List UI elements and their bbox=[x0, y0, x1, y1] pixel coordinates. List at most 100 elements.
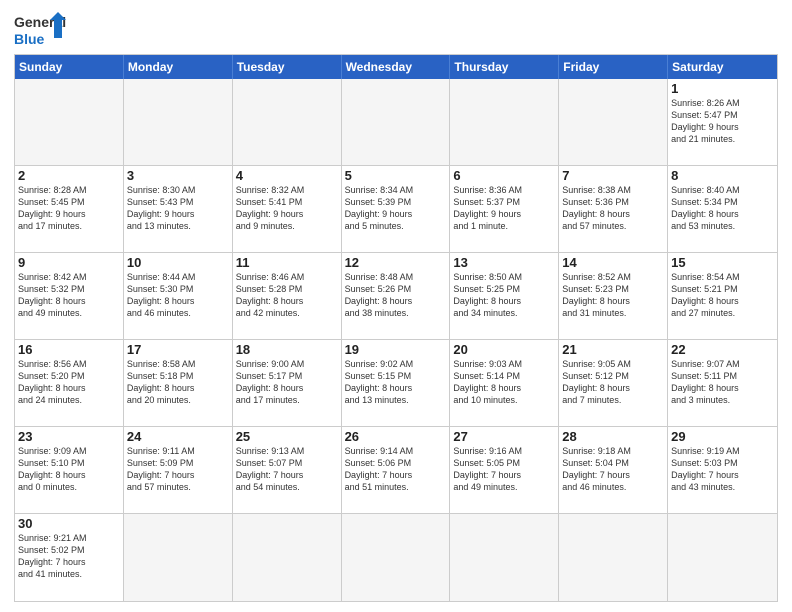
empty-cell bbox=[668, 514, 777, 601]
calendar-body: 1Sunrise: 8:26 AM Sunset: 5:47 PM Daylig… bbox=[15, 79, 777, 601]
day-info: Sunrise: 8:32 AM Sunset: 5:41 PM Dayligh… bbox=[236, 184, 338, 233]
day-info: Sunrise: 9:03 AM Sunset: 5:14 PM Dayligh… bbox=[453, 358, 555, 407]
day-19: 19Sunrise: 9:02 AM Sunset: 5:15 PM Dayli… bbox=[342, 340, 451, 427]
day-info: Sunrise: 8:42 AM Sunset: 5:32 PM Dayligh… bbox=[18, 271, 120, 320]
day-info: Sunrise: 9:05 AM Sunset: 5:12 PM Dayligh… bbox=[562, 358, 664, 407]
day-29: 29Sunrise: 9:19 AM Sunset: 5:03 PM Dayli… bbox=[668, 427, 777, 514]
day-number: 21 bbox=[562, 342, 664, 357]
day-number: 18 bbox=[236, 342, 338, 357]
day-info: Sunrise: 8:40 AM Sunset: 5:34 PM Dayligh… bbox=[671, 184, 774, 233]
empty-cell bbox=[342, 514, 451, 601]
day-8: 8Sunrise: 8:40 AM Sunset: 5:34 PM Daylig… bbox=[668, 166, 777, 253]
day-number: 14 bbox=[562, 255, 664, 270]
day-number: 10 bbox=[127, 255, 229, 270]
day-info: Sunrise: 8:50 AM Sunset: 5:25 PM Dayligh… bbox=[453, 271, 555, 320]
day-number: 13 bbox=[453, 255, 555, 270]
day-number: 22 bbox=[671, 342, 774, 357]
day-number: 2 bbox=[18, 168, 120, 183]
header-saturday: Saturday bbox=[668, 55, 777, 79]
day-info: Sunrise: 9:02 AM Sunset: 5:15 PM Dayligh… bbox=[345, 358, 447, 407]
day-number: 3 bbox=[127, 168, 229, 183]
day-number: 5 bbox=[345, 168, 447, 183]
day-23: 23Sunrise: 9:09 AM Sunset: 5:10 PM Dayli… bbox=[15, 427, 124, 514]
day-21: 21Sunrise: 9:05 AM Sunset: 5:12 PM Dayli… bbox=[559, 340, 668, 427]
day-27: 27Sunrise: 9:16 AM Sunset: 5:05 PM Dayli… bbox=[450, 427, 559, 514]
day-number: 16 bbox=[18, 342, 120, 357]
day-number: 7 bbox=[562, 168, 664, 183]
header-wednesday: Wednesday bbox=[342, 55, 451, 79]
day-number: 4 bbox=[236, 168, 338, 183]
day-info: Sunrise: 9:07 AM Sunset: 5:11 PM Dayligh… bbox=[671, 358, 774, 407]
day-info: Sunrise: 9:13 AM Sunset: 5:07 PM Dayligh… bbox=[236, 445, 338, 494]
day-22: 22Sunrise: 9:07 AM Sunset: 5:11 PM Dayli… bbox=[668, 340, 777, 427]
day-info: Sunrise: 9:00 AM Sunset: 5:17 PM Dayligh… bbox=[236, 358, 338, 407]
empty-cell bbox=[342, 79, 451, 166]
day-number: 23 bbox=[18, 429, 120, 444]
header-sunday: Sunday bbox=[15, 55, 124, 79]
day-number: 6 bbox=[453, 168, 555, 183]
day-info: Sunrise: 9:21 AM Sunset: 5:02 PM Dayligh… bbox=[18, 532, 120, 581]
day-info: Sunrise: 9:19 AM Sunset: 5:03 PM Dayligh… bbox=[671, 445, 774, 494]
header-thursday: Thursday bbox=[450, 55, 559, 79]
day-number: 15 bbox=[671, 255, 774, 270]
header-monday: Monday bbox=[124, 55, 233, 79]
day-number: 29 bbox=[671, 429, 774, 444]
day-info: Sunrise: 8:26 AM Sunset: 5:47 PM Dayligh… bbox=[671, 97, 774, 146]
header: General Blue bbox=[14, 10, 778, 50]
day-number: 11 bbox=[236, 255, 338, 270]
header-tuesday: Tuesday bbox=[233, 55, 342, 79]
day-17: 17Sunrise: 8:58 AM Sunset: 5:18 PM Dayli… bbox=[124, 340, 233, 427]
day-number: 8 bbox=[671, 168, 774, 183]
day-info: Sunrise: 9:14 AM Sunset: 5:06 PM Dayligh… bbox=[345, 445, 447, 494]
day-13: 13Sunrise: 8:50 AM Sunset: 5:25 PM Dayli… bbox=[450, 253, 559, 340]
day-3: 3Sunrise: 8:30 AM Sunset: 5:43 PM Daylig… bbox=[124, 166, 233, 253]
header-friday: Friday bbox=[559, 55, 668, 79]
day-25: 25Sunrise: 9:13 AM Sunset: 5:07 PM Dayli… bbox=[233, 427, 342, 514]
calendar: SundayMondayTuesdayWednesdayThursdayFrid… bbox=[14, 54, 778, 602]
day-info: Sunrise: 9:11 AM Sunset: 5:09 PM Dayligh… bbox=[127, 445, 229, 494]
empty-cell bbox=[124, 79, 233, 166]
day-9: 9Sunrise: 8:42 AM Sunset: 5:32 PM Daylig… bbox=[15, 253, 124, 340]
day-number: 25 bbox=[236, 429, 338, 444]
day-info: Sunrise: 9:16 AM Sunset: 5:05 PM Dayligh… bbox=[453, 445, 555, 494]
empty-cell bbox=[15, 79, 124, 166]
day-7: 7Sunrise: 8:38 AM Sunset: 5:36 PM Daylig… bbox=[559, 166, 668, 253]
day-18: 18Sunrise: 9:00 AM Sunset: 5:17 PM Dayli… bbox=[233, 340, 342, 427]
day-16: 16Sunrise: 8:56 AM Sunset: 5:20 PM Dayli… bbox=[15, 340, 124, 427]
day-28: 28Sunrise: 9:18 AM Sunset: 5:04 PM Dayli… bbox=[559, 427, 668, 514]
day-info: Sunrise: 8:52 AM Sunset: 5:23 PM Dayligh… bbox=[562, 271, 664, 320]
day-15: 15Sunrise: 8:54 AM Sunset: 5:21 PM Dayli… bbox=[668, 253, 777, 340]
day-14: 14Sunrise: 8:52 AM Sunset: 5:23 PM Dayli… bbox=[559, 253, 668, 340]
day-info: Sunrise: 8:48 AM Sunset: 5:26 PM Dayligh… bbox=[345, 271, 447, 320]
day-30: 30Sunrise: 9:21 AM Sunset: 5:02 PM Dayli… bbox=[15, 514, 124, 601]
day-26: 26Sunrise: 9:14 AM Sunset: 5:06 PM Dayli… bbox=[342, 427, 451, 514]
day-12: 12Sunrise: 8:48 AM Sunset: 5:26 PM Dayli… bbox=[342, 253, 451, 340]
empty-cell bbox=[450, 514, 559, 601]
day-info: Sunrise: 8:46 AM Sunset: 5:28 PM Dayligh… bbox=[236, 271, 338, 320]
day-number: 24 bbox=[127, 429, 229, 444]
empty-cell bbox=[450, 79, 559, 166]
empty-cell bbox=[233, 514, 342, 601]
day-2: 2Sunrise: 8:28 AM Sunset: 5:45 PM Daylig… bbox=[15, 166, 124, 253]
day-info: Sunrise: 8:44 AM Sunset: 5:30 PM Dayligh… bbox=[127, 271, 229, 320]
day-info: Sunrise: 8:34 AM Sunset: 5:39 PM Dayligh… bbox=[345, 184, 447, 233]
day-info: Sunrise: 8:38 AM Sunset: 5:36 PM Dayligh… bbox=[562, 184, 664, 233]
page: General Blue SundayMondayTuesdayWednesda… bbox=[0, 0, 792, 612]
day-number: 28 bbox=[562, 429, 664, 444]
empty-cell bbox=[233, 79, 342, 166]
day-info: Sunrise: 8:28 AM Sunset: 5:45 PM Dayligh… bbox=[18, 184, 120, 233]
day-1: 1Sunrise: 8:26 AM Sunset: 5:47 PM Daylig… bbox=[668, 79, 777, 166]
empty-cell bbox=[124, 514, 233, 601]
day-info: Sunrise: 8:54 AM Sunset: 5:21 PM Dayligh… bbox=[671, 271, 774, 320]
day-number: 12 bbox=[345, 255, 447, 270]
day-number: 30 bbox=[18, 516, 120, 531]
day-info: Sunrise: 9:09 AM Sunset: 5:10 PM Dayligh… bbox=[18, 445, 120, 494]
empty-cell bbox=[559, 79, 668, 166]
day-number: 20 bbox=[453, 342, 555, 357]
day-11: 11Sunrise: 8:46 AM Sunset: 5:28 PM Dayli… bbox=[233, 253, 342, 340]
day-info: Sunrise: 8:30 AM Sunset: 5:43 PM Dayligh… bbox=[127, 184, 229, 233]
calendar-header: SundayMondayTuesdayWednesdayThursdayFrid… bbox=[15, 55, 777, 79]
svg-text:Blue: Blue bbox=[14, 31, 45, 47]
day-5: 5Sunrise: 8:34 AM Sunset: 5:39 PM Daylig… bbox=[342, 166, 451, 253]
day-10: 10Sunrise: 8:44 AM Sunset: 5:30 PM Dayli… bbox=[124, 253, 233, 340]
